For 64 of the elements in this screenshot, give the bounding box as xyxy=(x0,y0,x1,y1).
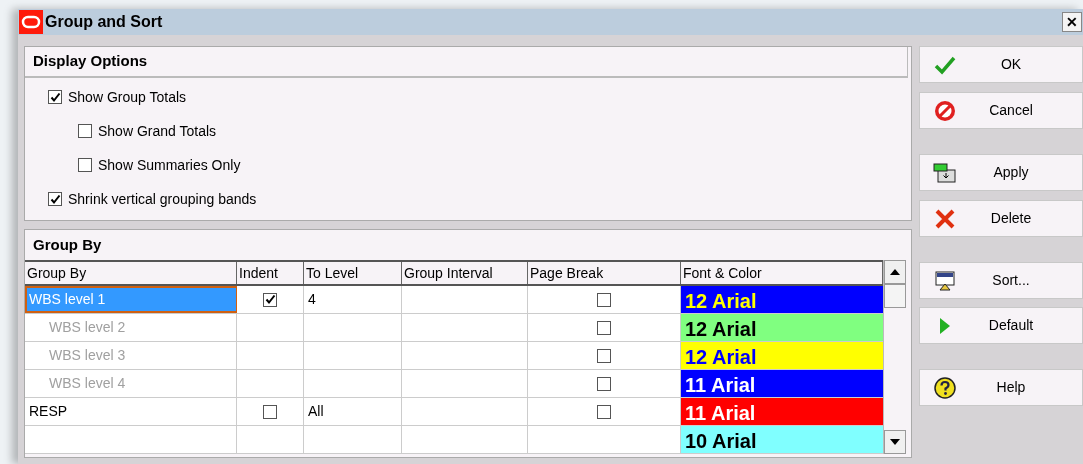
option-label: Show Group Totals xyxy=(68,88,187,107)
option-label: Show Grand Totals xyxy=(98,122,217,141)
checkbox-option[interactable]: Show Grand Totals xyxy=(25,121,911,141)
checkbox[interactable] xyxy=(597,292,611,307)
font-sample: 11 Arial xyxy=(685,401,756,425)
scrollbar[interactable] xyxy=(883,260,906,454)
checkbox[interactable] xyxy=(48,90,62,104)
checkbox[interactable] xyxy=(78,124,92,138)
option-label: Shrink vertical grouping bands xyxy=(68,190,257,209)
scroll-down-button[interactable] xyxy=(884,430,906,454)
up-arrow-icon xyxy=(890,269,900,275)
dialog-button[interactable]: Help xyxy=(919,369,1083,406)
table-cell[interactable]: RESP xyxy=(25,398,237,425)
group-name: WBS level 1 xyxy=(28,290,106,309)
group-name: RESP xyxy=(28,402,68,421)
dialog-button[interactable]: Apply xyxy=(919,154,1083,191)
column-header[interactable]: Group By xyxy=(25,262,237,284)
dialog-button[interactable]: OK xyxy=(919,46,1083,83)
app-logo-icon xyxy=(19,10,43,34)
column-header[interactable]: Page Break xyxy=(528,262,681,284)
group-name: WBS level 3 xyxy=(48,346,126,365)
scroll-thumb[interactable] xyxy=(884,284,906,308)
panel-title: Group By xyxy=(33,234,102,255)
font-sample: 12 Arial xyxy=(685,345,757,369)
font-sample: 11 Arial xyxy=(685,373,756,397)
font-color-swatch[interactable]: 11 Arial xyxy=(681,398,883,425)
apply-icon xyxy=(933,161,957,184)
play-icon xyxy=(938,315,952,336)
checkbox[interactable] xyxy=(597,404,611,419)
dialog-button[interactable]: Sort... xyxy=(919,262,1083,299)
column-header[interactable]: To Level xyxy=(304,262,402,284)
x-icon xyxy=(934,207,956,230)
font-sample: 12 Arial xyxy=(685,317,757,341)
checkbox[interactable] xyxy=(263,292,277,307)
font-color-swatch[interactable]: 12 Arial xyxy=(681,286,883,313)
window-title: Group and Sort xyxy=(45,12,163,32)
group-name: WBS level 4 xyxy=(48,374,126,393)
panel-title: Display Options xyxy=(33,51,148,72)
column-header[interactable]: Group Interval xyxy=(402,262,528,284)
group-name: WBS level 2 xyxy=(48,318,126,337)
checkbox-option[interactable]: Shrink vertical grouping bands xyxy=(25,189,911,209)
checkbox[interactable] xyxy=(78,158,92,172)
checkbox[interactable] xyxy=(263,404,277,419)
dialog-button[interactable]: Default xyxy=(919,307,1083,344)
table-cell-text: All xyxy=(308,402,324,421)
column-header[interactable]: Font & Color xyxy=(681,262,883,284)
checkmark-icon xyxy=(934,54,956,75)
checkbox-option[interactable]: Show Group Totals xyxy=(25,87,911,107)
dialog-button[interactable]: Cancel xyxy=(919,92,1083,129)
monitor-icon xyxy=(934,269,956,292)
checkbox[interactable] xyxy=(48,192,62,206)
scroll-up-button[interactable] xyxy=(884,260,906,284)
column-header[interactable]: Indent xyxy=(237,262,304,284)
font-sample: 12 Arial xyxy=(685,289,757,313)
dialog-button[interactable]: Delete xyxy=(919,200,1083,237)
close-button[interactable]: ✕ xyxy=(1062,12,1082,32)
no-entry-icon xyxy=(933,98,957,123)
table-cell-text: 4 xyxy=(308,290,316,309)
help-icon xyxy=(933,375,957,400)
checkbox-option[interactable]: Show Summaries Only xyxy=(25,155,911,175)
font-sample: 10 Arial xyxy=(685,429,757,453)
font-color-swatch[interactable]: 10 Arial xyxy=(681,426,883,453)
down-arrow-icon xyxy=(890,439,900,445)
option-label: Show Summaries Only xyxy=(98,156,241,175)
